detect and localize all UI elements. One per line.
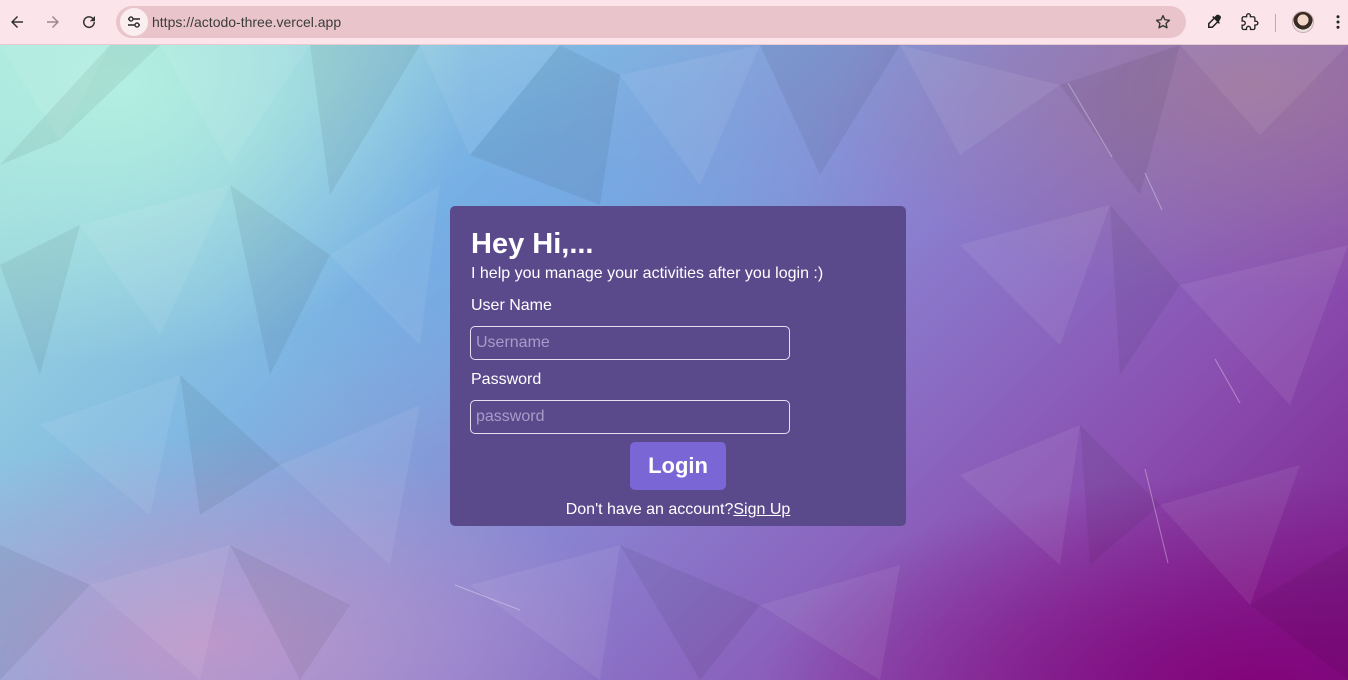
signup-prompt-text: Don't have an account? [565, 501, 734, 518]
reload-icon [83, 16, 96, 29]
toolbar-divider [1275, 14, 1276, 32]
reload-button[interactable] [75, 8, 103, 36]
password-input[interactable] [470, 400, 790, 434]
signup-prompt-row: Don't have an account?Sign Up [450, 501, 906, 519]
password-label: Password [471, 371, 542, 388]
arrow-left-icon [11, 16, 23, 28]
address-bar[interactable]: https://actodo-three.vercel.app [116, 6, 1186, 38]
menu-kebab-icon[interactable] [1327, 11, 1348, 33]
url-text[interactable]: https://actodo-three.vercel.app [152, 14, 341, 30]
login-card: Hey Hi,... I help you manage your activi… [450, 206, 906, 526]
profile-avatar[interactable] [1292, 11, 1314, 33]
site-info-button[interactable] [120, 8, 148, 36]
back-button[interactable] [3, 8, 31, 36]
extensions-icon[interactable] [1239, 11, 1261, 33]
forward-button[interactable] [39, 8, 67, 36]
page-title: Hey Hi,... [471, 228, 594, 260]
username-label: User Name [471, 297, 552, 314]
eyedropper-icon[interactable] [1203, 11, 1225, 33]
browser-toolbar: https://actodo-three.vercel.app [0, 0, 1348, 45]
login-subtitle: I help you manage your activities after … [471, 265, 824, 282]
bookmark-star-icon[interactable] [1154, 13, 1172, 31]
arrow-right-icon [47, 16, 59, 28]
signup-link[interactable]: Sign Up [733, 501, 790, 518]
username-input[interactable] [470, 326, 790, 360]
page-viewport: Hey Hi,... I help you manage your activi… [0, 45, 1348, 680]
tune-icon [128, 16, 140, 28]
login-button[interactable]: Login [630, 442, 726, 490]
